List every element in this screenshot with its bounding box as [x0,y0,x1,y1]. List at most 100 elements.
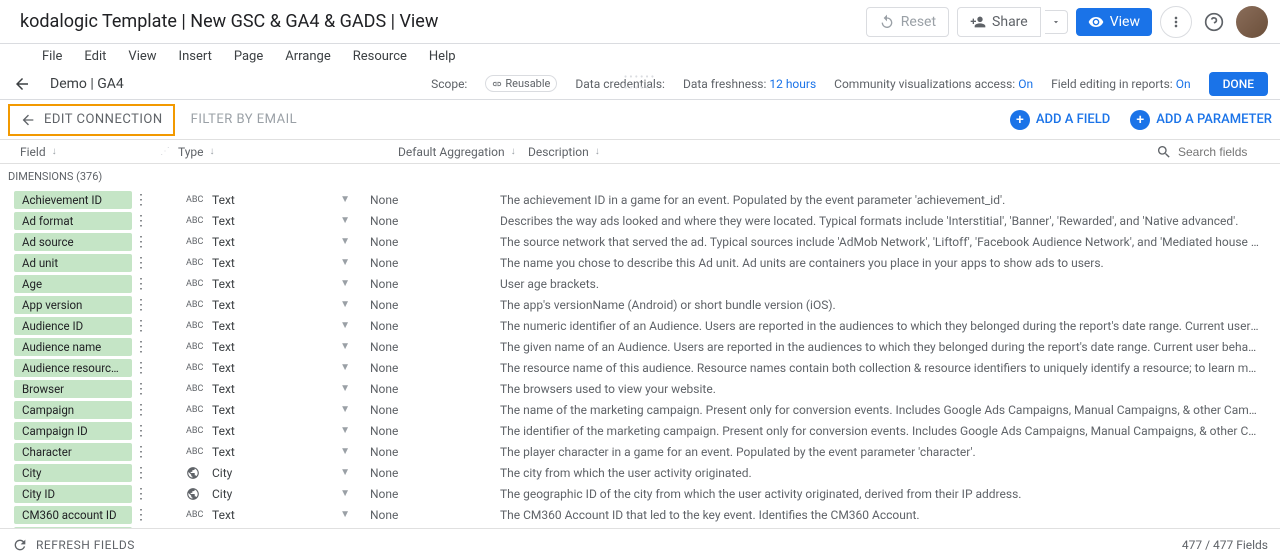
field-chip[interactable]: Browser [14,380,132,398]
resize-handle[interactable]: ⋰ [160,146,170,157]
drag-handle[interactable]: •••••••••••• [624,72,656,94]
menu-page[interactable]: Page [224,47,273,66]
row-more-icon[interactable]: ⋮ [132,297,150,313]
table-row[interactable]: Campaign ⋮ ABC Text ▼ None The name of t… [0,399,1280,420]
add-parameter-button[interactable]: + ADD A PARAMETER [1130,110,1272,130]
chevron-down-icon[interactable]: ▼ [340,341,350,352]
type-cell[interactable]: ABC Text ▼ [150,256,370,270]
type-cell[interactable]: ABC Text ▼ [150,424,370,438]
type-cell[interactable]: ABC Text ▼ [150,298,370,312]
col-agg[interactable]: Default Aggregation↓ [398,145,528,159]
search-fields[interactable] [1156,144,1280,160]
chevron-down-icon[interactable]: ▼ [340,236,350,247]
menu-arrange[interactable]: Arrange [275,47,340,66]
row-more-icon[interactable]: ⋮ [132,423,150,439]
field-chip[interactable]: Ad source [14,233,132,251]
table-row[interactable]: CM360 account name ⋮ ABC Text ▼ None The… [0,525,1280,528]
more-options-button[interactable] [1160,6,1192,38]
share-button[interactable]: Share [957,7,1041,37]
search-input[interactable] [1178,145,1268,159]
back-button[interactable] [12,74,32,94]
field-chip[interactable]: Character [14,443,132,461]
row-more-icon[interactable]: ⋮ [132,528,150,529]
type-cell[interactable]: ABC Text ▼ [150,445,370,459]
menu-edit[interactable]: Edit [74,47,116,66]
col-field[interactable]: Field↓ [20,145,160,159]
table-row[interactable]: City ⋮ City ▼ None The city from which t… [0,462,1280,483]
edit-connection-button[interactable]: EDIT CONNECTION [8,104,175,136]
row-more-icon[interactable]: ⋮ [132,213,150,229]
col-type[interactable]: Type↓ [178,145,398,159]
chevron-down-icon[interactable]: ▼ [340,320,350,331]
fields-table[interactable]: Achievement ID ⋮ ABC Text ▼ None The ach… [0,189,1280,528]
report-title[interactable]: kodalogic Template | New GSC & GA4 & GAD… [12,7,446,36]
table-row[interactable]: Audience resource name ⋮ ABC Text ▼ None… [0,357,1280,378]
field-chip[interactable]: CM360 account name [14,527,132,529]
row-more-icon[interactable]: ⋮ [132,360,150,376]
chevron-down-icon[interactable]: ▼ [340,383,350,394]
row-more-icon[interactable]: ⋮ [132,444,150,460]
type-cell[interactable]: ABC Text ▼ [150,193,370,207]
scope-chip[interactable]: Reusable [485,75,557,92]
type-cell[interactable]: ABC Text ▼ [150,403,370,417]
refresh-fields-button[interactable]: REFRESH FIELDS [12,537,135,553]
field-chip[interactable]: Ad format [14,212,132,230]
row-more-icon[interactable]: ⋮ [132,255,150,271]
col-desc[interactable]: Description↓ [528,145,1156,159]
chevron-down-icon[interactable]: ▼ [340,509,350,520]
row-more-icon[interactable]: ⋮ [132,318,150,334]
table-row[interactable]: Browser ⋮ ABC Text ▼ None The browsers u… [0,378,1280,399]
field-chip[interactable]: Achievement ID [14,191,132,209]
field-chip[interactable]: Campaign [14,401,132,419]
table-row[interactable]: CM360 account ID ⋮ ABC Text ▼ None The C… [0,504,1280,525]
type-cell[interactable]: ABC Text ▼ [150,508,370,522]
menu-view[interactable]: View [118,47,166,66]
reset-button[interactable]: Reset [866,7,949,37]
row-more-icon[interactable]: ⋮ [132,486,150,502]
table-row[interactable]: Age ⋮ ABC Text ▼ None User age brackets. [0,273,1280,294]
field-editing[interactable]: Field editing in reports: On [1051,77,1191,91]
field-chip[interactable]: App version [14,296,132,314]
table-row[interactable]: App version ⋮ ABC Text ▼ None The app's … [0,294,1280,315]
row-more-icon[interactable]: ⋮ [132,192,150,208]
menu-insert[interactable]: Insert [169,47,222,66]
done-button[interactable]: DONE [1209,72,1268,96]
row-more-icon[interactable]: ⋮ [132,465,150,481]
user-avatar[interactable] [1236,6,1268,38]
table-row[interactable]: Ad format ⋮ ABC Text ▼ None Describes th… [0,210,1280,231]
row-more-icon[interactable]: ⋮ [132,276,150,292]
menu-resource[interactable]: Resource [343,47,417,66]
table-row[interactable]: Audience ID ⋮ ABC Text ▼ None The numeri… [0,315,1280,336]
chevron-down-icon[interactable]: ▼ [340,299,350,310]
chevron-down-icon[interactable]: ▼ [340,362,350,373]
field-chip[interactable]: Audience name [14,338,132,356]
chevron-down-icon[interactable]: ▼ [340,257,350,268]
field-chip[interactable]: Ad unit [14,254,132,272]
chevron-down-icon[interactable]: ▼ [340,488,350,499]
table-row[interactable]: Audience name ⋮ ABC Text ▼ None The give… [0,336,1280,357]
freshness[interactable]: Data freshness: 12 hours [683,77,816,91]
table-row[interactable]: Character ⋮ ABC Text ▼ None The player c… [0,441,1280,462]
community-access[interactable]: Community visualizations access: On [834,77,1033,91]
table-row[interactable]: City ID ⋮ City ▼ None The geographic ID … [0,483,1280,504]
chevron-down-icon[interactable]: ▼ [340,446,350,457]
menu-file[interactable]: File [32,47,72,66]
table-row[interactable]: Ad unit ⋮ ABC Text ▼ None The name you c… [0,252,1280,273]
row-more-icon[interactable]: ⋮ [132,234,150,250]
chevron-down-icon[interactable]: ▼ [340,215,350,226]
add-field-button[interactable]: + ADD A FIELD [1010,110,1110,130]
row-more-icon[interactable]: ⋮ [132,507,150,523]
table-row[interactable]: Campaign ID ⋮ ABC Text ▼ None The identi… [0,420,1280,441]
type-cell[interactable]: City ▼ [150,487,370,501]
row-more-icon[interactable]: ⋮ [132,402,150,418]
type-cell[interactable]: ABC Text ▼ [150,340,370,354]
field-chip[interactable]: City [14,464,132,482]
row-more-icon[interactable]: ⋮ [132,339,150,355]
field-chip[interactable]: Audience ID [14,317,132,335]
field-chip[interactable]: Age [14,275,132,293]
field-chip[interactable]: CM360 account ID [14,506,132,524]
chevron-down-icon[interactable]: ▼ [340,278,350,289]
field-chip[interactable]: City ID [14,485,132,503]
view-button[interactable]: View [1076,8,1152,36]
filter-by-email[interactable]: FILTER BY EMAIL [191,112,298,127]
